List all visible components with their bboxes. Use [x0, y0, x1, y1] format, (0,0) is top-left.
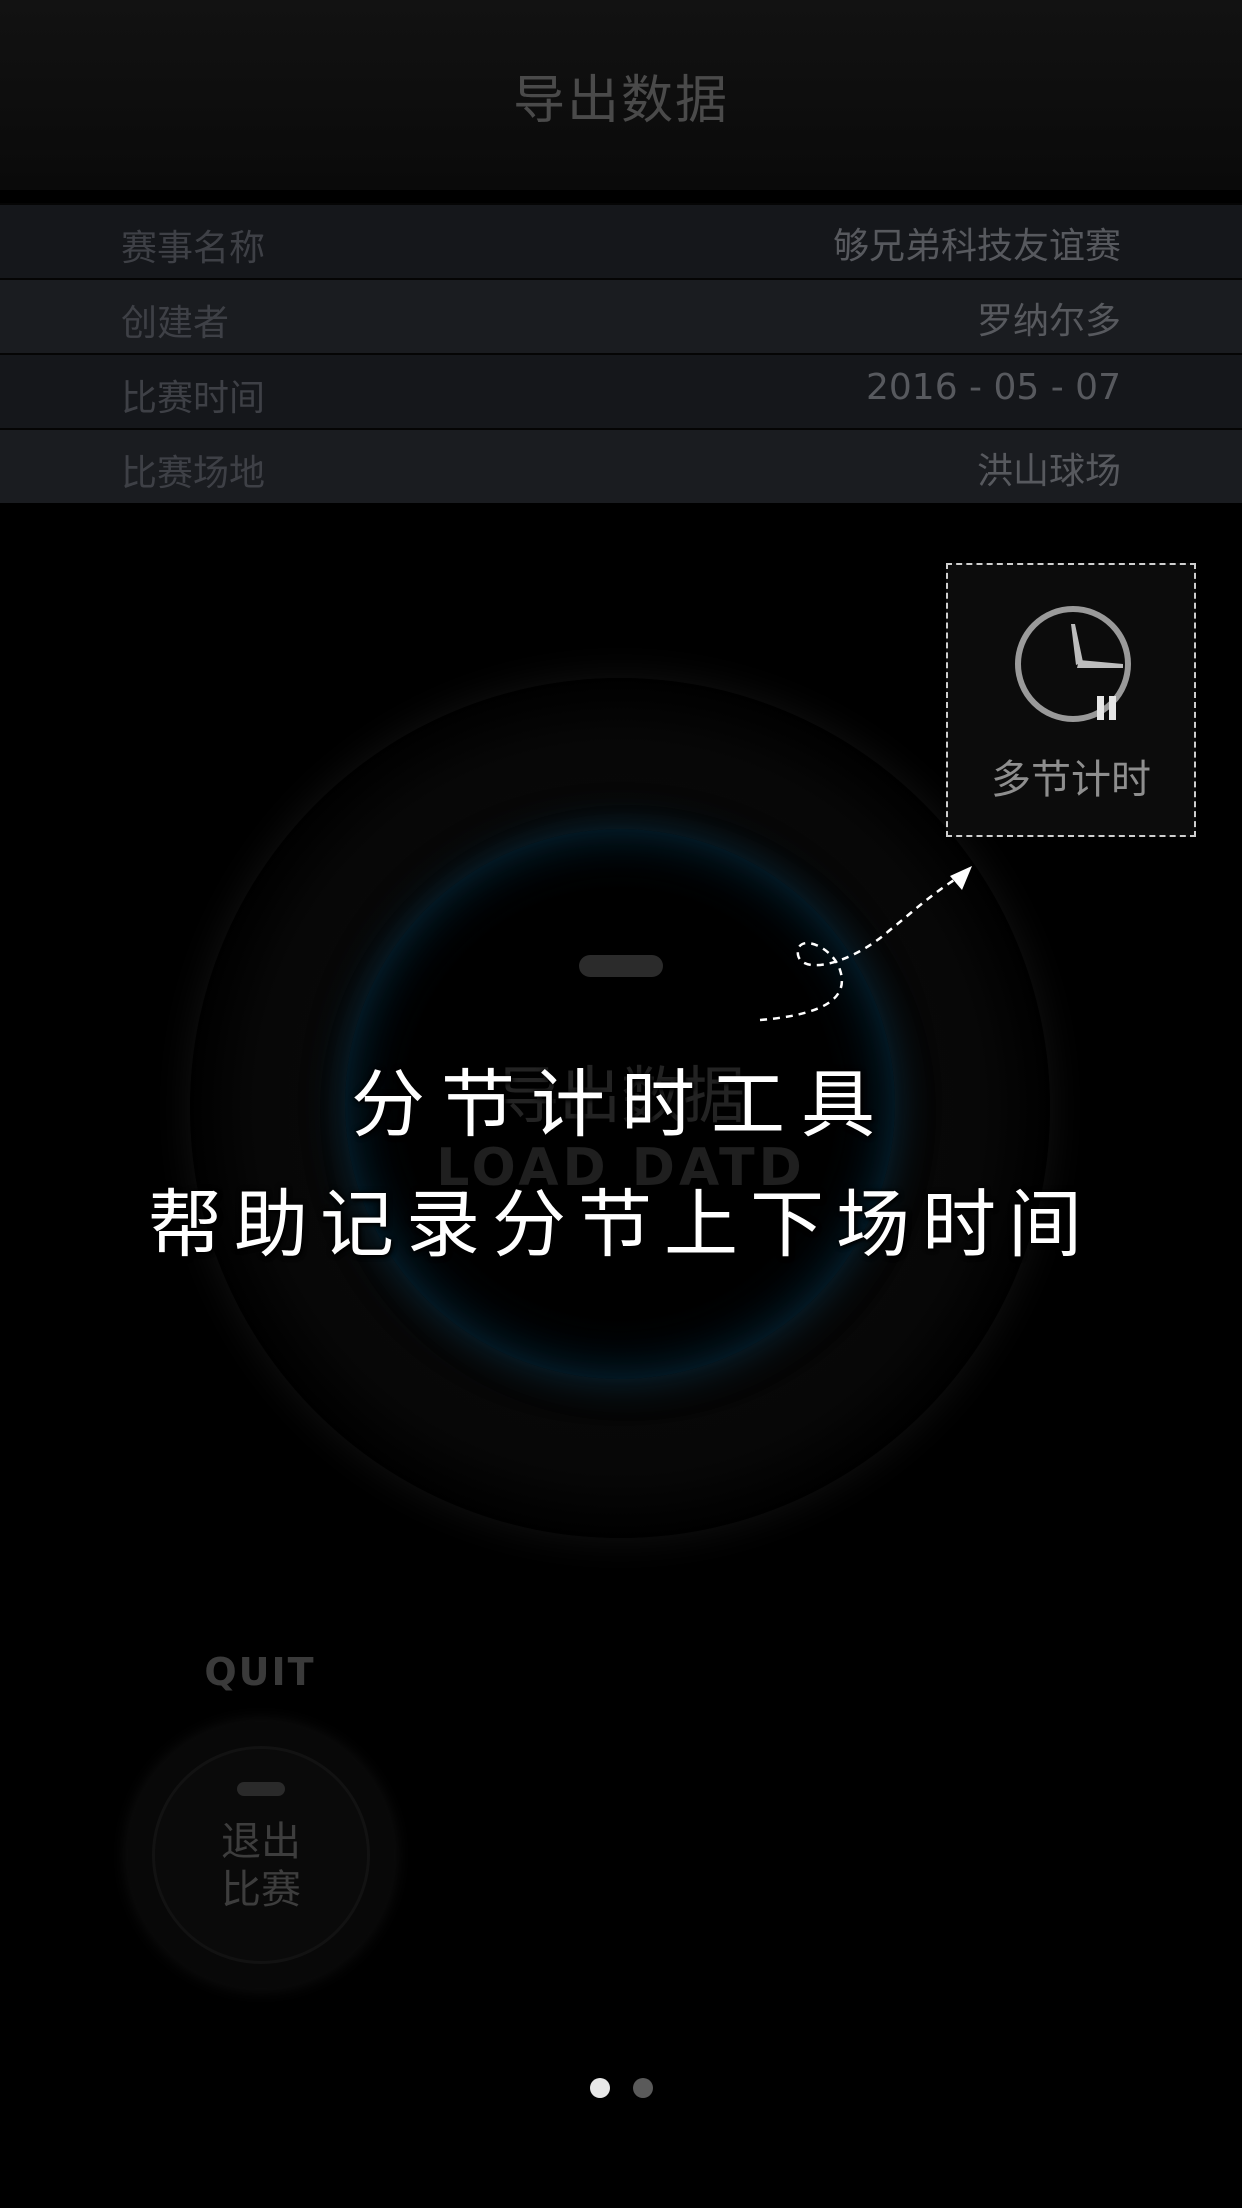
info-key: 创建者	[121, 303, 230, 344]
header: 导出数据	[0, 0, 1242, 190]
info-value: 2016 - 05 - 07	[866, 367, 1121, 408]
info-key: 比赛时间	[121, 378, 266, 419]
info-row-venue: 比赛场地 洪山球场	[0, 428, 1242, 503]
hint-arrow	[759, 866, 972, 1022]
quit-slot-indicator	[237, 1782, 285, 1796]
info-key: 赛事名称	[121, 228, 266, 269]
quit-label-line2: 比赛	[221, 1867, 301, 1913]
multi-period-timer-button[interactable]: 多节计时	[946, 563, 1196, 837]
page-title: 导出数据	[512, 71, 729, 131]
info-key: 比赛场地	[121, 453, 266, 494]
hint-text-line1: 分节计时工具	[351, 1062, 891, 1148]
quit-button-label: 退出 比赛	[152, 1818, 370, 1914]
match-info-table: 赛事名称 够兄弟科技友谊赛 创建者 罗纳尔多 比赛时间 2016 - 05 - …	[0, 203, 1242, 503]
info-value: 罗纳尔多	[976, 301, 1121, 342]
multi-period-timer-label: 多节计时	[991, 757, 1151, 803]
info-row-name: 赛事名称 够兄弟科技友谊赛	[0, 203, 1242, 278]
info-value: 够兄弟科技友谊赛	[832, 226, 1121, 267]
clock-pause-icon	[1015, 606, 1131, 722]
quit-label-line1: 退出	[221, 1819, 301, 1865]
page-dot[interactable]	[633, 2078, 653, 2098]
info-value: 洪山球场	[976, 451, 1121, 492]
info-row-time: 比赛时间 2016 - 05 - 07	[0, 353, 1242, 428]
quit-title: QUIT	[204, 1650, 316, 1694]
info-row-creator: 创建者 罗纳尔多	[0, 278, 1242, 353]
page-dot-active[interactable]	[590, 2078, 610, 2098]
button-slot-indicator	[579, 955, 663, 977]
hint-text-line2: 帮助记录分节上下场时间	[148, 1182, 1094, 1268]
